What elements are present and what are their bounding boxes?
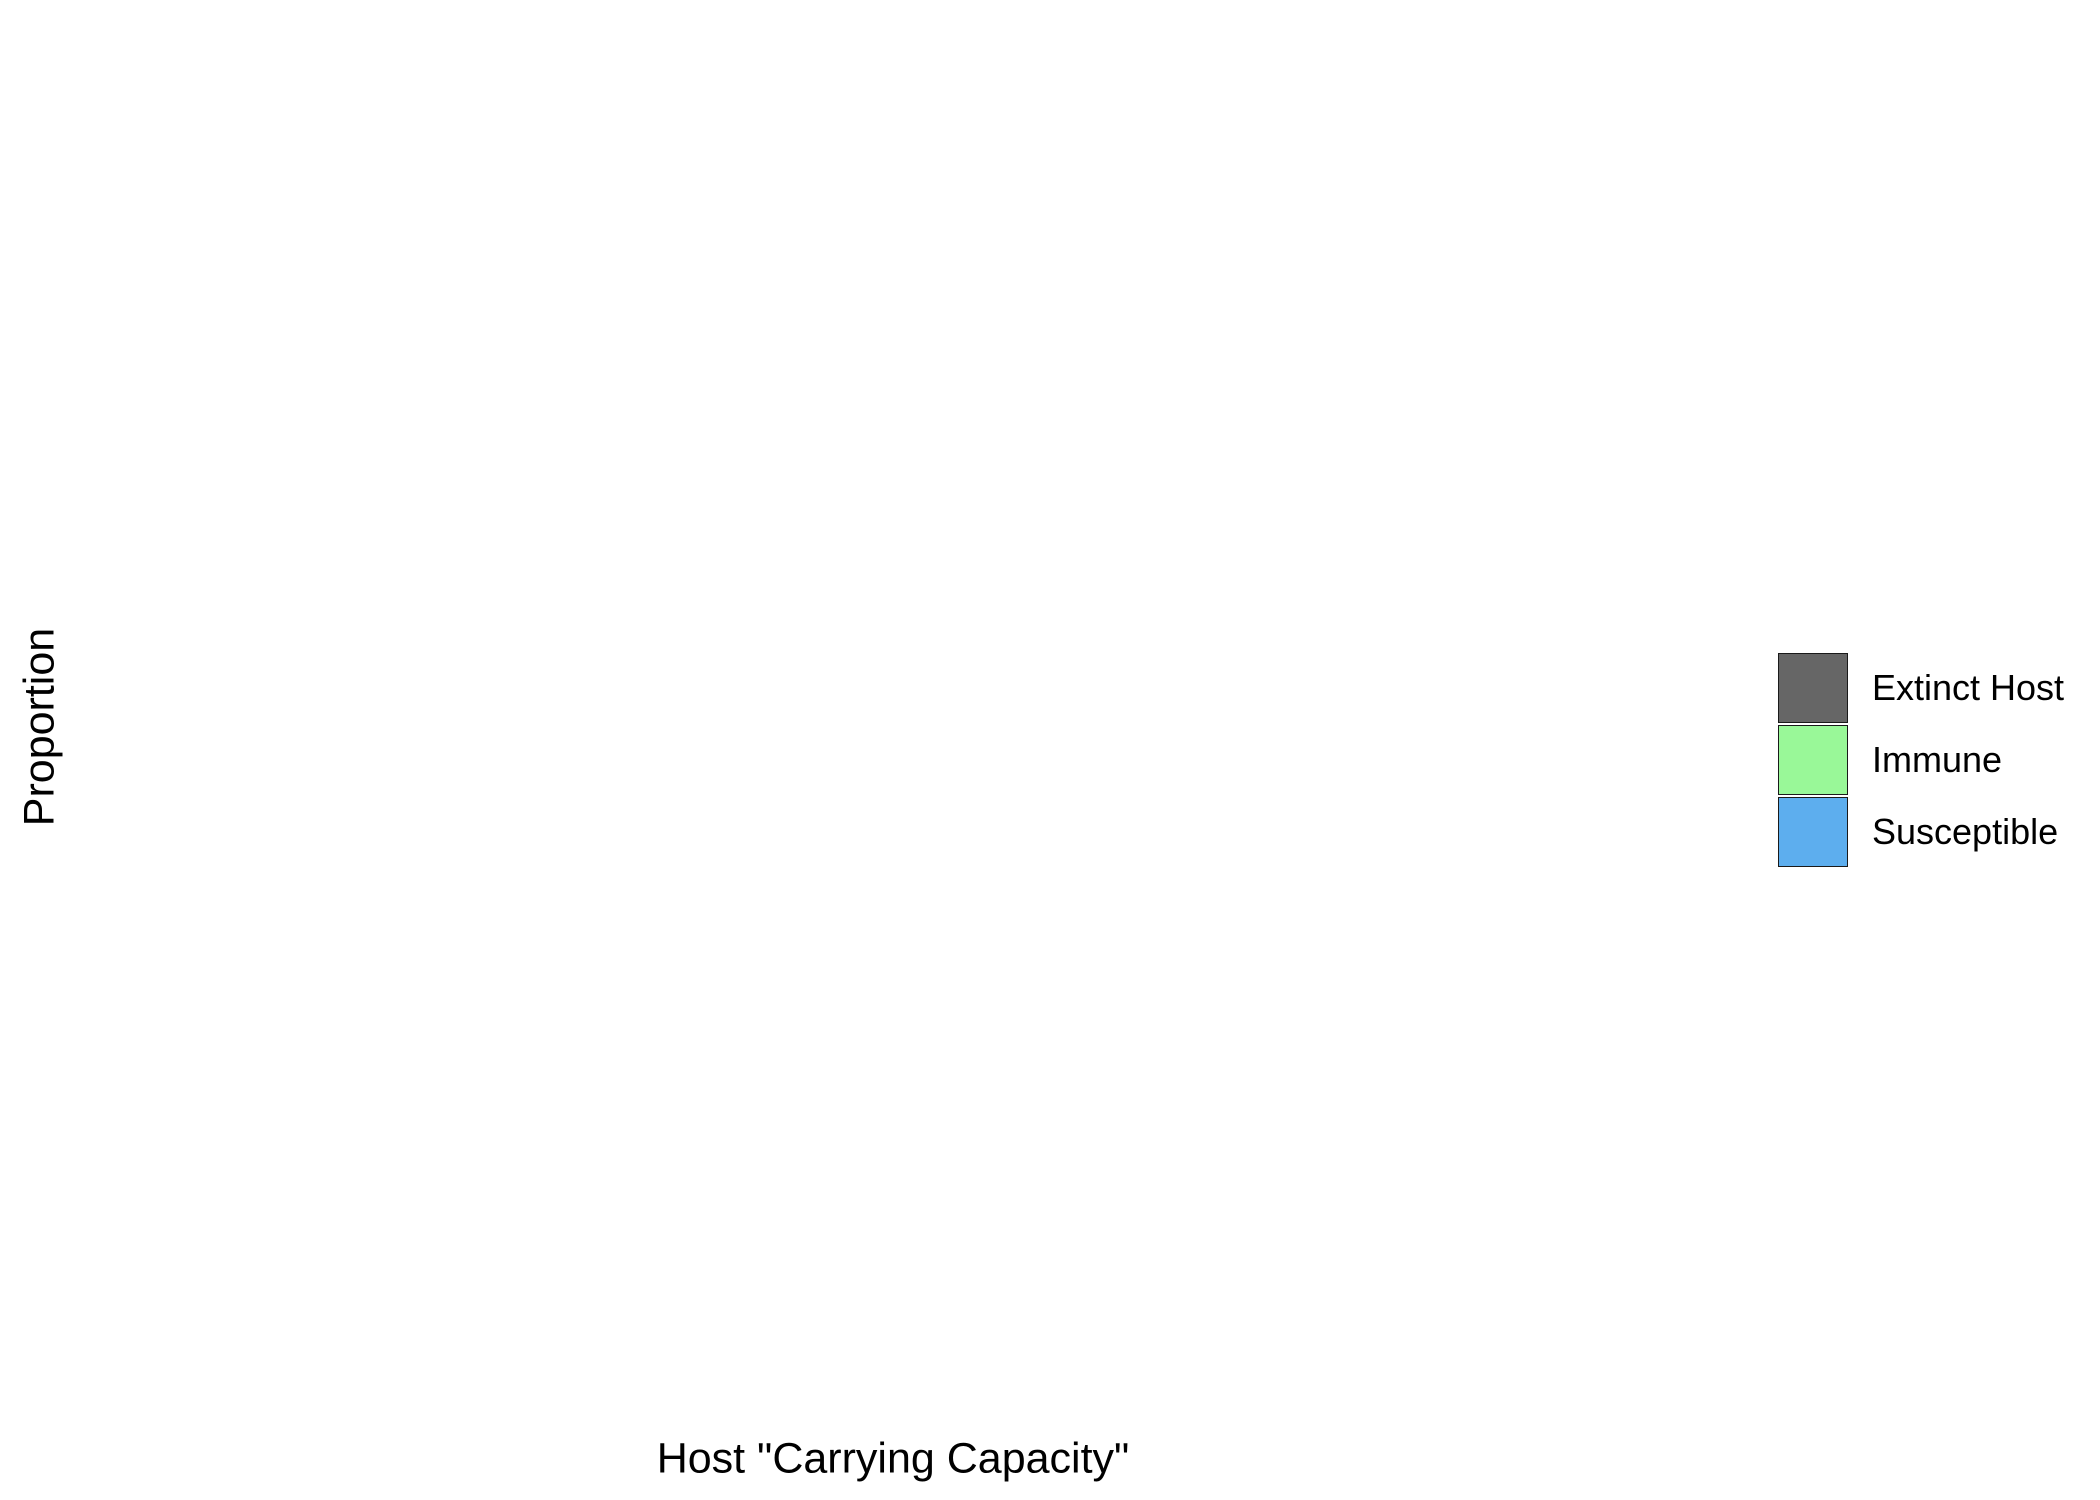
x-axis-label: Host "Carrying Capacity": [656, 1434, 1130, 1483]
legend-item-susceptible: Susceptible: [1778, 796, 2064, 868]
legend-key-susceptible: [1778, 797, 1848, 867]
plot-area: [100, 30, 1780, 1410]
y-axis-label: Proportion: [15, 627, 64, 827]
legend-label-susceptible: Susceptible: [1872, 811, 2059, 852]
legend-key-immune: [1778, 725, 1848, 795]
legend-key-extinct-host: [1778, 653, 1848, 723]
legend-item-immune: Immune: [1778, 724, 2064, 796]
legend: Extinct Host Immune Susceptible: [1778, 652, 2064, 868]
legend-item-extinct-host: Extinct Host: [1778, 652, 2064, 724]
legend-label-immune: Immune: [1872, 739, 2003, 780]
legend-label-extinct-host: Extinct Host: [1872, 667, 2065, 708]
chart: Proportion Host "Carrying Capacity" Exti…: [0, 0, 2100, 1500]
